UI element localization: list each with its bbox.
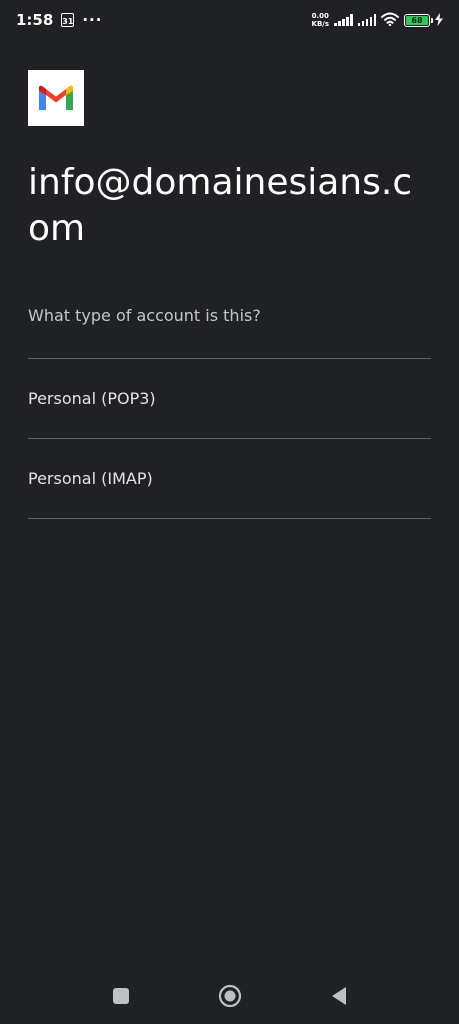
option-label: Personal (POP3) xyxy=(28,388,156,408)
recents-button[interactable] xyxy=(109,984,133,1008)
calendar-icon: 31 xyxy=(61,13,75,27)
option-label: Personal (IMAP) xyxy=(28,468,153,488)
gmail-logo-icon xyxy=(39,85,73,110)
signal-icon xyxy=(334,14,353,26)
back-button[interactable] xyxy=(327,984,351,1008)
home-icon xyxy=(218,984,241,1008)
navigation-bar xyxy=(0,968,459,1024)
calendar-day: 31 xyxy=(62,17,74,26)
battery-level: 68 xyxy=(406,15,428,25)
more-notifications-icon: ··· xyxy=(82,11,103,29)
signal-icon-2 xyxy=(357,14,376,26)
back-icon xyxy=(331,987,346,1005)
status-right: 0.00 KB/s 68 xyxy=(312,11,443,30)
account-type-question: What type of account is this? xyxy=(28,306,261,325)
battery-icon: 68 xyxy=(404,13,433,27)
status-bar: 1:58 31 ··· 0.00 KB/s 68 xyxy=(0,0,459,40)
wifi-icon xyxy=(381,11,399,30)
network-speed: 0.00 KB/s xyxy=(312,12,329,28)
clock: 1:58 xyxy=(16,11,54,29)
network-speed-unit: KB/s xyxy=(311,20,329,28)
gmail-logo xyxy=(28,70,84,126)
divider xyxy=(28,518,431,519)
charging-icon xyxy=(435,11,443,30)
home-button[interactable] xyxy=(218,984,242,1008)
account-email-title: info@domainesians.com xyxy=(28,162,413,249)
option-personal-imap[interactable]: Personal (IMAP) xyxy=(28,439,431,517)
option-personal-pop3[interactable]: Personal (POP3) xyxy=(28,359,431,437)
network-speed-value: 0.00 xyxy=(311,12,329,20)
recents-icon xyxy=(112,988,129,1004)
status-left: 1:58 31 ··· xyxy=(16,11,102,29)
